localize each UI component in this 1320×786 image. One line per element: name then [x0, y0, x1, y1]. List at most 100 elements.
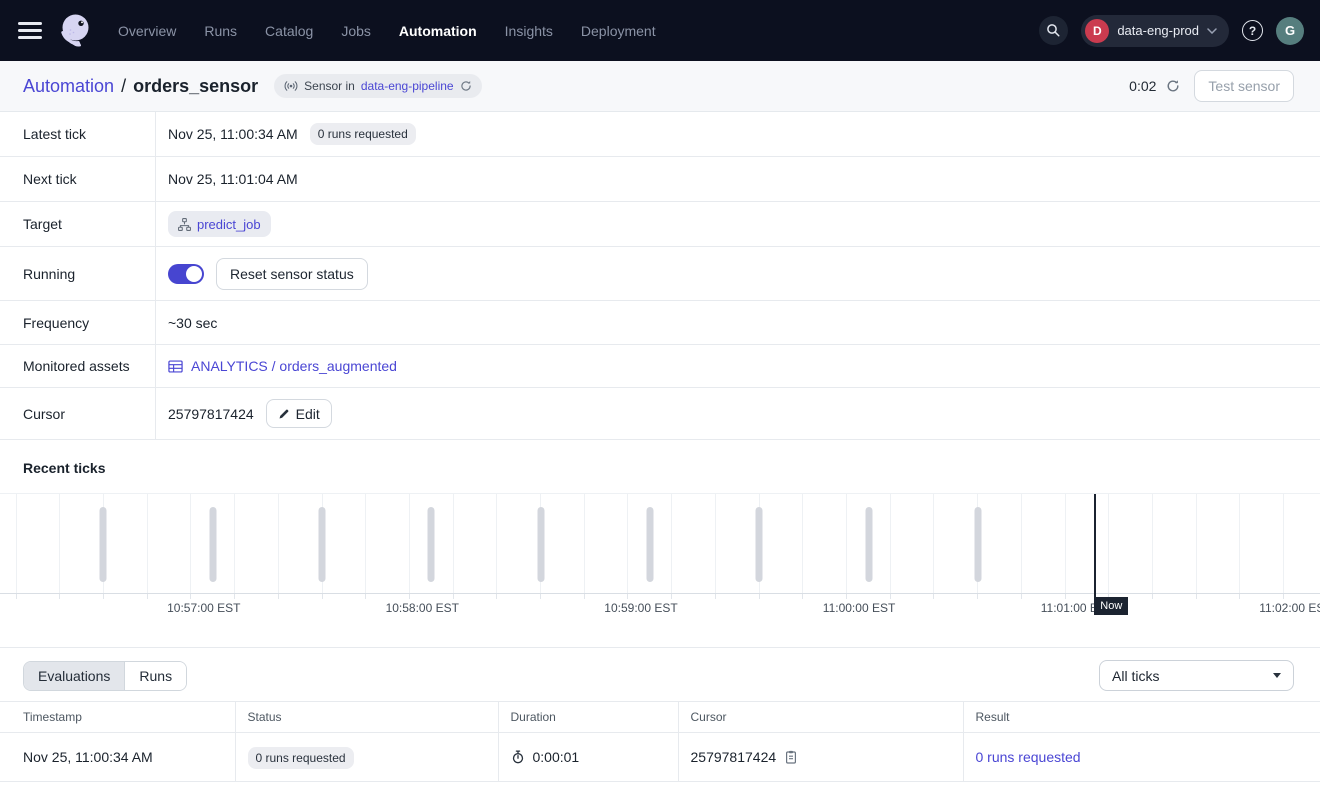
asset-table-icon	[168, 359, 183, 374]
refresh-icon[interactable]	[460, 80, 472, 92]
tick-bar[interactable]	[646, 507, 653, 582]
axis-tick-mark	[234, 594, 235, 599]
target-job-pill[interactable]: predict_job	[168, 211, 271, 237]
dagster-logo-icon[interactable]	[56, 11, 96, 51]
tick-bar[interactable]	[428, 507, 435, 582]
monitored-asset-link[interactable]: ANALYTICS / orders_augmented	[168, 358, 397, 374]
col-header-result: Result	[963, 702, 1320, 733]
axis-tick-mark	[190, 594, 191, 599]
now-line	[1094, 494, 1096, 599]
detail-row-frequency: Frequency ~30 sec	[0, 301, 1320, 345]
axis-label: 10:59:00 EST	[604, 601, 677, 615]
evaluations-table: Timestamp Status Duration Cursor Result …	[0, 701, 1320, 782]
evaluations-section: Evaluations Runs All ticks Timestamp Sta…	[0, 647, 1320, 782]
axis-tick-mark	[1152, 594, 1153, 599]
sensor-badge-text: Sensor in	[304, 79, 355, 93]
gridline	[1196, 494, 1197, 593]
nav-item-deployment[interactable]: Deployment	[581, 23, 656, 39]
axis-tick-mark	[1065, 594, 1066, 599]
nav-item-insights[interactable]: Insights	[505, 23, 553, 39]
axis-tick-mark	[147, 594, 148, 599]
axis-tick-mark	[759, 594, 760, 599]
tick-bar[interactable]	[318, 507, 325, 582]
nav-item-runs[interactable]: Runs	[204, 23, 237, 39]
col-header-duration: Duration	[498, 702, 678, 733]
row-label: Running	[0, 247, 156, 300]
breadcrumb-automation-link[interactable]: Automation	[23, 76, 114, 97]
col-header-cursor: Cursor	[678, 702, 963, 733]
top-nav: Overview Runs Catalog Jobs Automation In…	[0, 0, 1320, 61]
stopwatch-icon	[511, 750, 525, 764]
axis-tick-mark	[1283, 594, 1284, 599]
axis-tick-mark	[671, 594, 672, 599]
tick-bar[interactable]	[209, 507, 216, 582]
table-header-row: Timestamp Status Duration Cursor Result	[0, 702, 1320, 733]
cursor-value: 25797817424	[168, 406, 254, 422]
latest-tick-status-badge: 0 runs requested	[310, 123, 416, 145]
axis-tick-mark	[16, 594, 17, 599]
sensor-signal-icon	[284, 79, 298, 93]
help-button[interactable]: ?	[1242, 20, 1263, 41]
col-header-status: Status	[235, 702, 498, 733]
target-job-name: predict_job	[197, 217, 261, 232]
reset-sensor-status-button[interactable]: Reset sensor status	[216, 258, 368, 290]
status-badge: 0 runs requested	[248, 747, 354, 769]
row-label: Cursor	[0, 388, 156, 439]
tick-status-filter[interactable]: All ticks	[1099, 660, 1294, 691]
caret-down-icon	[1273, 673, 1281, 678]
cursor-edit-button[interactable]: Edit	[266, 399, 332, 428]
result-link[interactable]: 0 runs requested	[976, 749, 1081, 765]
monitored-asset-name: ANALYTICS / orders_augmented	[191, 358, 397, 374]
pencil-icon	[278, 408, 290, 420]
evaluations-runs-tabs: Evaluations Runs	[23, 661, 187, 691]
job-graph-icon	[178, 218, 191, 231]
axis-label: 10:57:00 EST	[167, 601, 240, 615]
row-label: Target	[0, 202, 156, 246]
cell-duration: 0:00:01	[498, 733, 678, 782]
running-toggle[interactable]	[168, 264, 204, 284]
nav-item-catalog[interactable]: Catalog	[265, 23, 313, 39]
gridline	[234, 494, 235, 593]
axis-tick-mark	[627, 594, 628, 599]
gridline	[190, 494, 191, 593]
tick-bar[interactable]	[865, 507, 872, 582]
axis-tick-mark	[890, 594, 891, 599]
tab-runs[interactable]: Runs	[124, 662, 186, 690]
question-mark-icon: ?	[1249, 24, 1256, 38]
nav-item-automation[interactable]: Automation	[399, 23, 477, 39]
tick-bar[interactable]	[756, 507, 763, 582]
user-avatar[interactable]: G	[1276, 17, 1304, 45]
axis-tick-mark	[409, 594, 410, 599]
axis-tick-mark	[584, 594, 585, 599]
gridline	[627, 494, 628, 593]
gridline	[409, 494, 410, 593]
nav-item-jobs[interactable]: Jobs	[341, 23, 371, 39]
tick-bar[interactable]	[100, 507, 107, 582]
gridline	[1152, 494, 1153, 593]
next-tick-timestamp: Nov 25, 11:01:04 AM	[168, 171, 298, 187]
main-nav: Overview Runs Catalog Jobs Automation In…	[118, 23, 656, 39]
refresh-icon[interactable]	[1166, 79, 1180, 93]
detail-row-target: Target predict_job	[0, 202, 1320, 247]
deployment-switcher[interactable]: D data-eng-prod	[1081, 15, 1229, 47]
detail-row-monitored-assets: Monitored assets ANALYTICS / orders_augm…	[0, 345, 1320, 388]
search-button[interactable]	[1039, 16, 1068, 45]
code-location-link[interactable]: data-eng-pipeline	[361, 79, 454, 93]
axis-tick-mark	[453, 594, 454, 599]
axis-label: 10:58:00 EST	[386, 601, 459, 615]
menu-icon[interactable]	[18, 22, 42, 39]
gridline	[1108, 494, 1109, 593]
clipboard-copy-icon[interactable]	[784, 750, 798, 764]
refresh-countdown: 0:02	[1129, 78, 1156, 94]
nav-item-overview[interactable]: Overview	[118, 23, 176, 39]
recent-ticks-heading: Recent ticks	[0, 460, 1320, 476]
row-label: Monitored assets	[0, 345, 156, 387]
tick-bar[interactable]	[974, 507, 981, 582]
tick-bar[interactable]	[537, 507, 544, 582]
col-header-timestamp: Timestamp	[0, 702, 235, 733]
axis-tick-mark	[1021, 594, 1022, 599]
tab-evaluations[interactable]: Evaluations	[24, 662, 124, 690]
gridline	[59, 494, 60, 593]
test-sensor-button[interactable]: Test sensor	[1194, 70, 1294, 102]
axis-tick-mark	[59, 594, 60, 599]
